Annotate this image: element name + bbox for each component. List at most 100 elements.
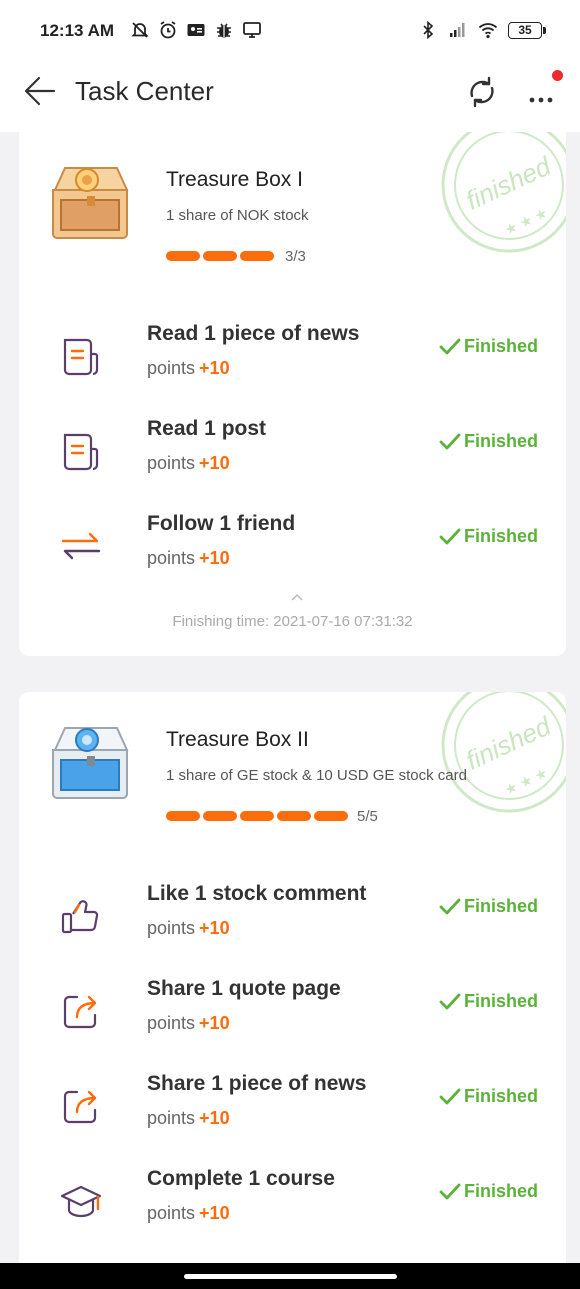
bluetooth-icon (423, 20, 434, 40)
points-value: +10 (199, 548, 230, 568)
box-progress-bar (166, 811, 348, 821)
check-icon (439, 338, 461, 354)
task-points: points +10 (147, 1108, 230, 1129)
notification-dot (552, 70, 563, 81)
check-icon (439, 433, 461, 449)
treasure-box-card: finished ★ ★ ★ Treasure Box II 1 share o… (19, 692, 566, 1272)
task-points: points +10 (147, 358, 230, 379)
battery-icon: 35 (508, 21, 546, 39)
task-name: Share 1 piece of news (147, 1072, 367, 1095)
status-label: Finished (464, 991, 539, 1011)
progress-count: 5/5 (357, 808, 378, 825)
box-reward: 1 share of NOK stock (166, 207, 309, 224)
points-value: +10 (199, 453, 230, 473)
share-icon (63, 1090, 97, 1124)
check-icon (439, 1088, 461, 1104)
task-status: Finished (439, 1086, 538, 1107)
points-label: points (147, 453, 196, 473)
treasure-chest-gold-icon (52, 167, 129, 239)
box-progress-bar (166, 251, 274, 261)
task-item[interactable]: Share 1 quote page points +10 Finished (19, 977, 566, 1057)
box-reward: 1 share of GE stock & 10 USD GE stock ca… (166, 767, 467, 784)
task-name: Read 1 post (147, 417, 267, 440)
signal-icon (450, 23, 465, 37)
progress-segment (166, 811, 200, 821)
points-label: points (147, 1108, 196, 1128)
treasure-chest-silver-icon (52, 727, 129, 799)
points-value: +10 (199, 1013, 230, 1033)
task-name: Like 1 stock comment (147, 882, 367, 905)
finishing-time: Finishing time: 2021-07-16 07:31:32 (172, 613, 413, 630)
check-icon (439, 898, 461, 914)
points-label: points (147, 918, 196, 938)
finished-stamp: finished ★ ★ ★ (441, 132, 566, 253)
progress-segment (240, 251, 274, 261)
task-status: Finished (439, 336, 538, 357)
monitor-icon (243, 22, 261, 38)
back-button[interactable] (22, 74, 56, 108)
wifi-icon (478, 23, 498, 39)
status-label: Finished (464, 896, 539, 916)
stamp-stars: ★ ★ ★ (502, 764, 550, 798)
status-time: 12:13 AM (40, 21, 115, 40)
task-status: Finished (439, 1181, 538, 1202)
task-points: points +10 (147, 453, 230, 474)
treasure-box-card: finished ★ ★ ★ Treasure Box I 1 share of… (19, 132, 566, 656)
status-bar: 12:13 AM 35 (0, 0, 580, 62)
progress-segment (166, 251, 200, 261)
progress-segment (203, 811, 237, 821)
points-label: points (147, 1013, 196, 1033)
stamp-stars: ★ ★ ★ (502, 204, 550, 238)
finished-stamp: finished ★ ★ ★ (441, 692, 566, 813)
graduation-cap-icon (60, 1185, 102, 1218)
refresh-icon[interactable] (464, 74, 500, 110)
box-title: Treasure Box II (166, 728, 309, 751)
task-name: Share 1 quote page (147, 977, 341, 1000)
task-item[interactable]: Read 1 post points +10 Finished (19, 417, 566, 497)
task-points: points +10 (147, 1013, 230, 1034)
bug-icon (217, 23, 231, 38)
points-label: points (147, 358, 196, 378)
points-value: +10 (199, 358, 230, 378)
progress-segment (240, 811, 274, 821)
task-points: points +10 (147, 1203, 230, 1224)
task-status: Finished (439, 896, 538, 917)
status-label: Finished (464, 1086, 539, 1106)
document-icon (63, 433, 99, 471)
task-status: Finished (439, 526, 538, 547)
page-title: Task Center (75, 76, 214, 106)
progress-segment (203, 251, 237, 261)
status-label: Finished (464, 336, 539, 356)
document-icon (63, 338, 99, 376)
status-label: Finished (464, 526, 539, 546)
alarm-icon (160, 21, 176, 39)
status-label: Finished (464, 431, 539, 451)
task-item[interactable]: Complete 1 course points +10 Finished (19, 1167, 566, 1247)
check-icon (439, 1183, 461, 1199)
status-icons-left (130, 20, 262, 40)
box-title: Treasure Box I (166, 168, 303, 191)
progress-segment (277, 811, 311, 821)
progress-count: 3/3 (285, 248, 306, 265)
home-gesture-bar[interactable] (184, 1274, 397, 1279)
check-icon (439, 528, 461, 544)
task-name: Read 1 piece of news (147, 322, 360, 345)
share-icon (63, 995, 97, 1029)
contact-card-icon (187, 24, 205, 36)
task-item[interactable]: Like 1 stock comment points +10 Finished (19, 882, 566, 962)
task-name: Complete 1 course (147, 1167, 335, 1190)
points-value: +10 (199, 1203, 230, 1223)
status-icons-right: 35 (418, 20, 546, 40)
collapse-chevron-icon[interactable] (290, 592, 304, 602)
task-item[interactable]: Follow 1 friend points +10 Finished (19, 512, 566, 592)
points-label: points (147, 1203, 196, 1223)
task-status: Finished (439, 431, 538, 452)
mute-bell-icon (131, 22, 149, 38)
thumbs-up-icon (61, 900, 99, 934)
status-label: Finished (464, 1181, 539, 1201)
points-value: +10 (199, 1108, 230, 1128)
task-name: Follow 1 friend (147, 512, 296, 535)
task-item[interactable]: Read 1 piece of news points +10 Finished (19, 322, 566, 402)
task-item[interactable]: Share 1 piece of news points +10 Finished (19, 1072, 566, 1152)
check-icon (439, 993, 461, 1009)
